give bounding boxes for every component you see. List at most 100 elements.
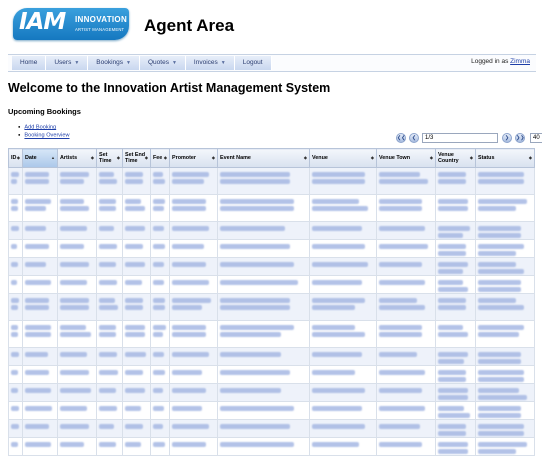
redacted-value bbox=[25, 179, 49, 184]
table-row[interactable] bbox=[8, 221, 535, 240]
table-cell bbox=[435, 194, 476, 222]
pager: ❮❮ ❮ 1/3 ❯ ❯❯ 40 ▼ bbox=[396, 133, 542, 143]
table-row[interactable] bbox=[8, 347, 535, 366]
redacted-value bbox=[220, 262, 294, 267]
table-row[interactable] bbox=[8, 437, 535, 456]
redacted-value bbox=[438, 431, 466, 436]
nav-item-logout[interactable]: Logout bbox=[234, 56, 272, 70]
nav-item-quotes[interactable]: Quotes ▼ bbox=[139, 56, 186, 70]
table-cell bbox=[309, 194, 377, 222]
redacted-value bbox=[25, 325, 51, 330]
redacted-value bbox=[312, 244, 365, 249]
table-row[interactable] bbox=[8, 167, 535, 195]
column-header-venue-country[interactable]: Venue Country ◆ bbox=[435, 148, 476, 168]
table-cell bbox=[8, 239, 23, 258]
table-row[interactable] bbox=[8, 365, 535, 384]
table-cell bbox=[376, 293, 436, 321]
table-row[interactable] bbox=[8, 275, 535, 294]
sort-icon: ◆ bbox=[303, 155, 307, 160]
table-row[interactable] bbox=[8, 257, 535, 276]
column-header-set-end-time[interactable]: Set End Time ◆ bbox=[122, 148, 151, 168]
iam-logo[interactable]: IAM INNOVATION ARTIST MANAGEMENT bbox=[13, 8, 129, 40]
table-cell bbox=[22, 257, 58, 276]
redacted-value bbox=[11, 424, 20, 429]
redacted-value bbox=[478, 298, 516, 303]
table-cell bbox=[309, 221, 377, 240]
booking-overview-link[interactable]: Booking Overview bbox=[24, 133, 69, 139]
nav-item-home[interactable]: Home bbox=[12, 56, 47, 70]
column-header-date[interactable]: Date ▲ bbox=[22, 148, 58, 168]
table-cell bbox=[376, 383, 436, 402]
table-cell bbox=[150, 437, 170, 456]
page-input[interactable]: 1/3 bbox=[422, 133, 498, 143]
column-header-venue[interactable]: Venue ◆ bbox=[309, 148, 377, 168]
redacted-value bbox=[60, 298, 89, 303]
column-header-set-time[interactable]: Set Time ◆ bbox=[96, 148, 123, 168]
table-cell bbox=[122, 239, 151, 258]
redacted-value bbox=[379, 332, 423, 337]
redacted-value bbox=[438, 370, 466, 375]
redacted-value bbox=[312, 406, 362, 411]
table-row[interactable] bbox=[8, 419, 535, 438]
table-cell bbox=[150, 365, 170, 384]
column-header-artists[interactable]: Artists ◆ bbox=[57, 148, 97, 168]
redacted-value bbox=[99, 406, 117, 411]
table-row[interactable] bbox=[8, 239, 535, 258]
table-cell bbox=[122, 293, 151, 321]
redacted-value bbox=[125, 206, 145, 211]
table-cell bbox=[122, 365, 151, 384]
table-cell bbox=[217, 275, 310, 294]
table-cell bbox=[57, 320, 97, 348]
table-cell bbox=[22, 419, 58, 438]
table-cell bbox=[435, 275, 476, 294]
redacted-value bbox=[478, 424, 524, 429]
nav-item-users[interactable]: Users ▼ bbox=[46, 56, 89, 70]
redacted-value bbox=[99, 352, 117, 357]
table-cell bbox=[57, 221, 97, 240]
redacted-value bbox=[312, 332, 365, 337]
redacted-value bbox=[25, 244, 49, 249]
first-page-icon[interactable]: ❮❮ bbox=[396, 133, 406, 143]
table-row[interactable] bbox=[8, 383, 535, 402]
table-cell bbox=[150, 419, 170, 438]
nav-item-bookings[interactable]: Bookings ▼ bbox=[88, 56, 140, 70]
redacted-value bbox=[125, 305, 144, 310]
table-cell bbox=[376, 167, 436, 195]
per-page-select[interactable]: 40 bbox=[530, 133, 542, 143]
table-cell bbox=[435, 167, 476, 195]
redacted-value bbox=[478, 377, 524, 382]
table-row[interactable] bbox=[8, 194, 535, 222]
prev-page-icon[interactable]: ❮ bbox=[409, 133, 419, 143]
column-header-venue-town[interactable]: Venue Town ◆ bbox=[376, 148, 436, 168]
column-label: Event Name bbox=[220, 155, 251, 161]
table-row[interactable] bbox=[8, 401, 535, 420]
table-row[interactable] bbox=[8, 320, 535, 348]
table-cell bbox=[435, 293, 476, 321]
add-booking-link[interactable]: Add Booking bbox=[24, 124, 56, 130]
column-header-event-name[interactable]: Event Name ◆ bbox=[217, 148, 310, 168]
table-cell bbox=[435, 221, 476, 240]
user-link[interactable]: Zimma bbox=[510, 58, 530, 65]
redacted-value bbox=[172, 442, 207, 447]
table-cell bbox=[309, 419, 377, 438]
column-header-id[interactable]: ID ◆ bbox=[8, 148, 23, 168]
table-cell bbox=[96, 365, 123, 384]
nav-item-invoices[interactable]: Invoices ▼ bbox=[185, 56, 235, 70]
column-header-fee[interactable]: Fee ◆ bbox=[150, 148, 170, 168]
table-cell bbox=[150, 167, 170, 195]
redacted-value bbox=[379, 305, 425, 310]
logo-brand: IAM bbox=[19, 9, 66, 35]
column-header-promoter[interactable]: Promoter ◆ bbox=[169, 148, 218, 168]
table-cell bbox=[217, 383, 310, 402]
last-page-icon[interactable]: ❯❯ bbox=[515, 133, 525, 143]
redacted-value bbox=[99, 332, 116, 337]
sort-icon: ◆ bbox=[16, 155, 20, 160]
redacted-value bbox=[379, 442, 423, 447]
next-page-icon[interactable]: ❯ bbox=[502, 133, 512, 143]
redacted-value bbox=[60, 352, 88, 357]
table-cell bbox=[475, 365, 535, 384]
table-row[interactable] bbox=[8, 293, 535, 321]
redacted-value bbox=[220, 206, 294, 211]
redacted-value bbox=[478, 442, 527, 447]
column-header-status[interactable]: Status ◆ bbox=[475, 148, 535, 168]
